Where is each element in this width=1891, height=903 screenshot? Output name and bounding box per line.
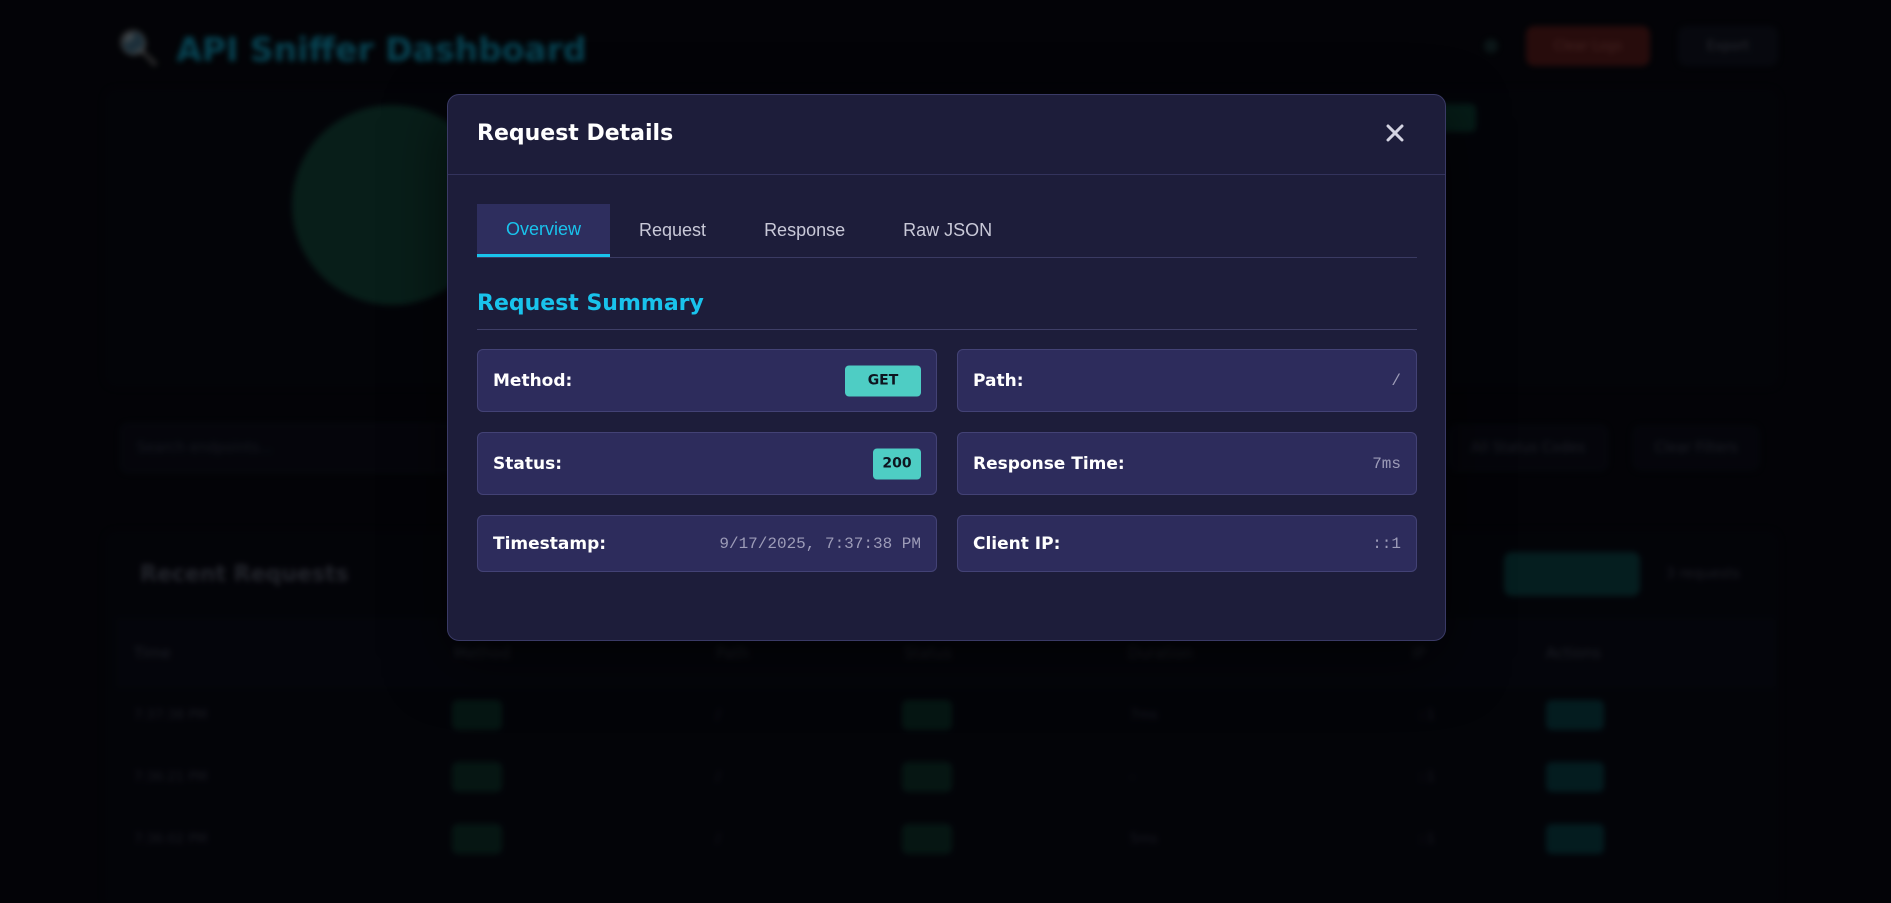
tab-response[interactable]: Response	[735, 204, 874, 257]
client-ip-label: Client IP:	[973, 533, 1061, 554]
status-badge: 200	[873, 448, 921, 479]
tab-raw-json[interactable]: Raw JSON	[874, 204, 1021, 257]
path-label: Path:	[973, 370, 1024, 391]
section-title: Request Summary	[477, 291, 704, 316]
method-label: Method:	[493, 370, 573, 391]
timestamp-label: Timestamp:	[493, 533, 607, 554]
modal-header: Request Details	[448, 95, 1445, 175]
status-label: Status:	[493, 453, 562, 474]
response-time-label: Response Time:	[973, 453, 1125, 474]
client-ip-value: ::1	[1372, 534, 1401, 553]
timestamp-value: 9/17/2025, 7:37:38 PM	[719, 534, 921, 553]
response-time-value: 7ms	[1372, 454, 1401, 473]
modal-title: Request Details	[477, 121, 674, 146]
close-icon	[1386, 124, 1404, 142]
status-card: Status: 200	[477, 432, 937, 495]
close-button[interactable]	[1375, 113, 1415, 153]
method-badge: GET	[845, 365, 921, 396]
response-time-card: Response Time: 7ms	[957, 432, 1417, 495]
timestamp-card: Timestamp: 9/17/2025, 7:37:38 PM	[477, 515, 937, 572]
request-details-modal: Request Details Overview Request Respons…	[447, 94, 1446, 641]
path-value: /	[1391, 371, 1401, 390]
tab-overview[interactable]: Overview	[477, 204, 611, 257]
client-ip-card: Client IP: ::1	[957, 515, 1417, 572]
method-card: Method: GET	[477, 349, 937, 412]
modal-tabs: Overview Request Response Raw JSON	[477, 204, 1417, 258]
section-divider	[477, 329, 1417, 330]
tab-request[interactable]: Request	[610, 204, 735, 257]
path-card: Path: /	[957, 349, 1417, 412]
